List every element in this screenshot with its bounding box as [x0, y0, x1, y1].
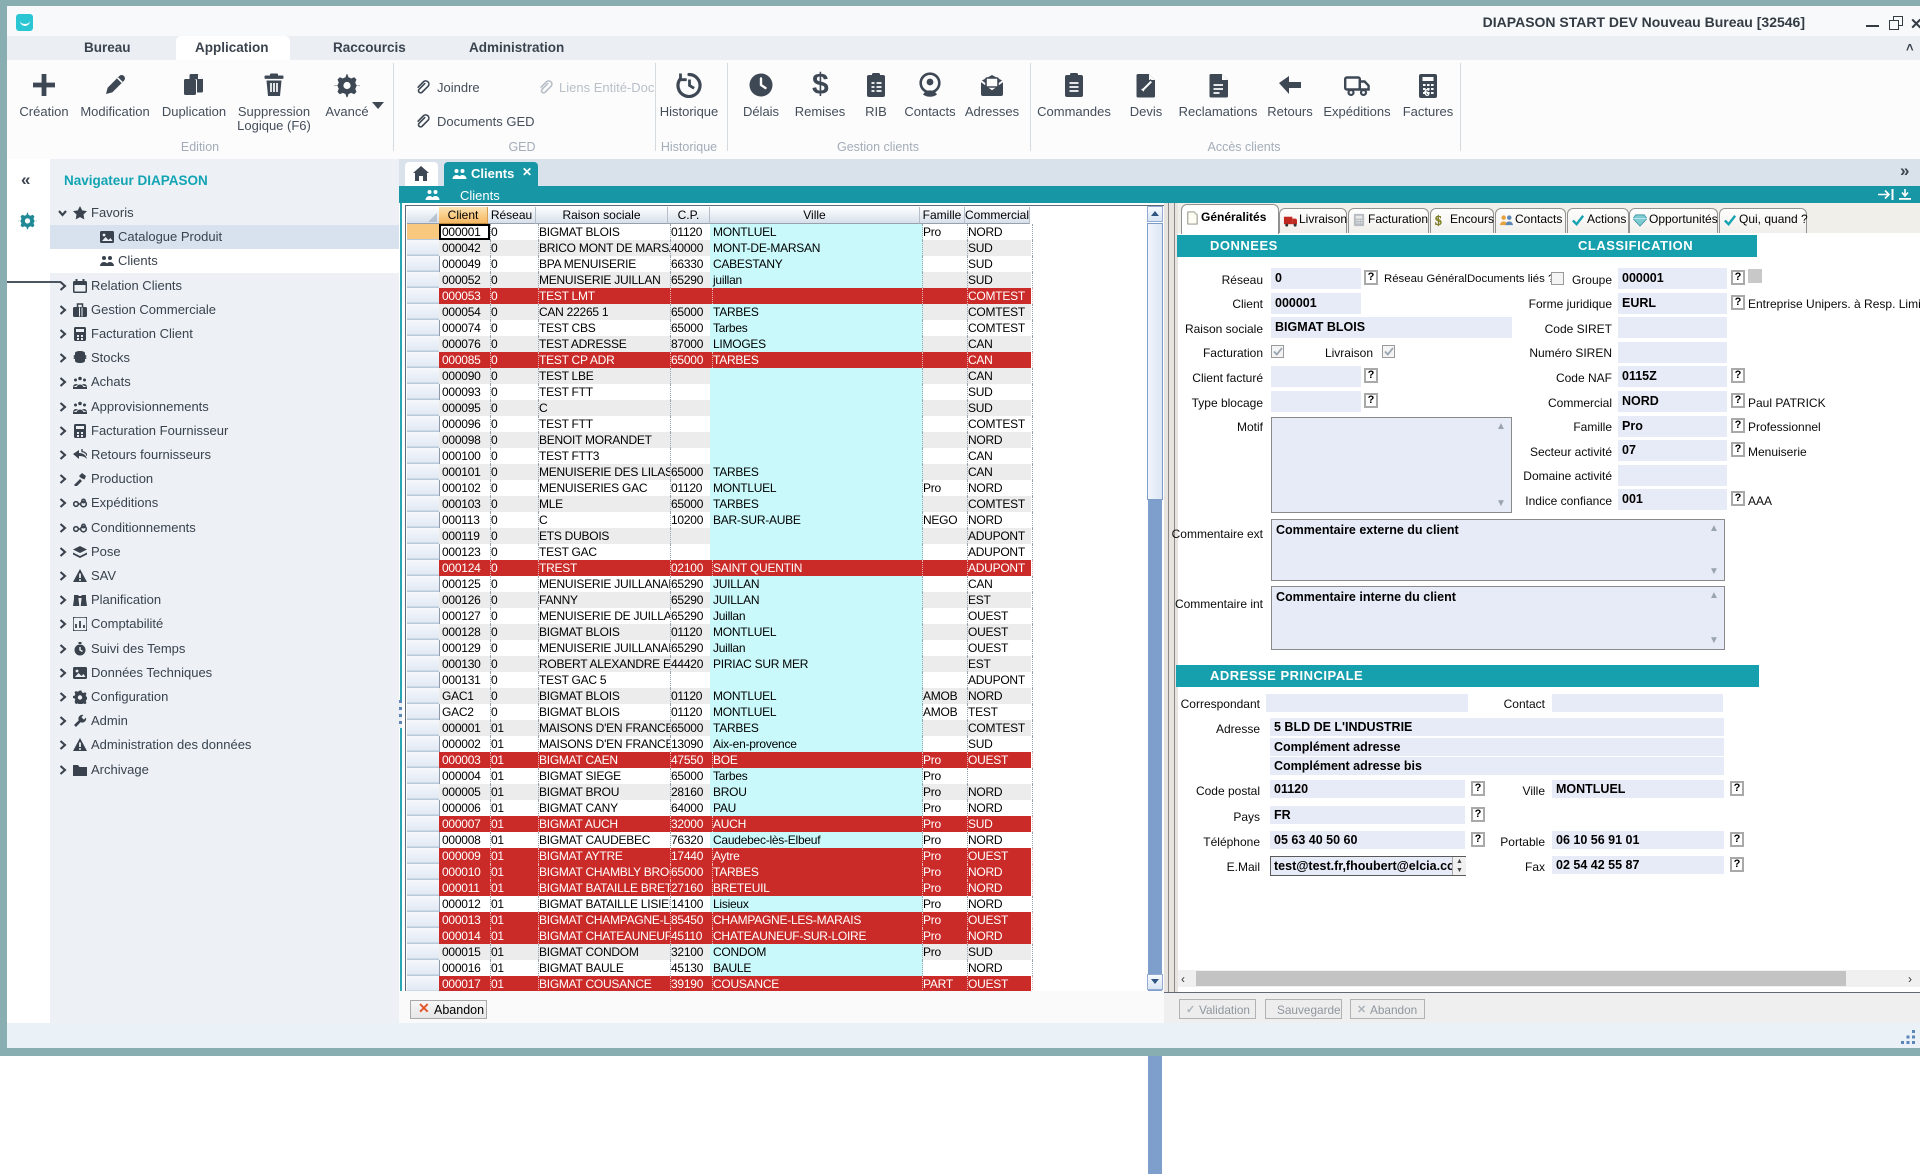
- svg-text:$: $: [812, 70, 829, 98]
- svg-text:€: €: [1424, 88, 1430, 98]
- svg-text:$: $: [1435, 214, 1442, 227]
